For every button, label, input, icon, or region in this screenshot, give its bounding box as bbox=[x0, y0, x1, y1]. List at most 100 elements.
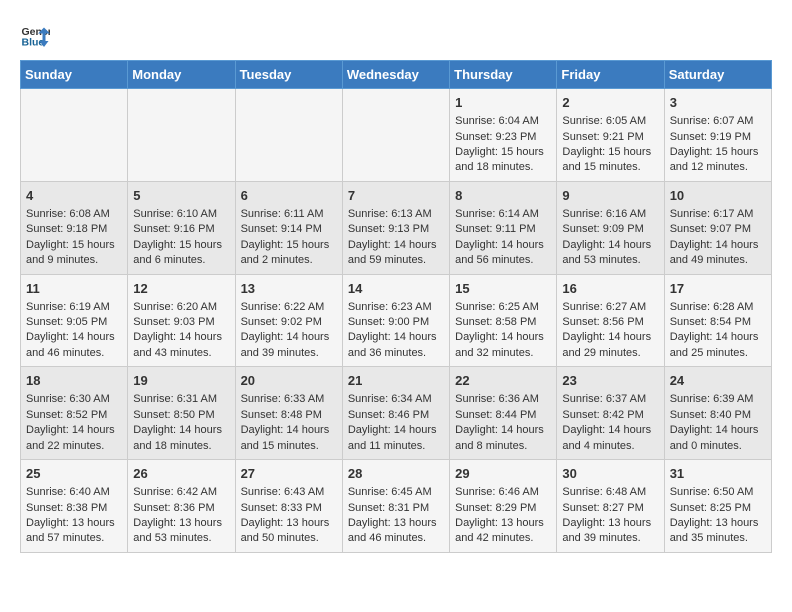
day-number: 11 bbox=[26, 280, 122, 298]
cell-content-line: Daylight: 14 hours bbox=[455, 423, 551, 438]
cell-content-line: Daylight: 14 hours bbox=[670, 423, 766, 438]
day-number: 14 bbox=[348, 280, 444, 298]
cell-content-line: Sunset: 9:02 PM bbox=[241, 315, 337, 330]
day-number: 12 bbox=[133, 280, 229, 298]
cell-content-line: Sunset: 9:23 PM bbox=[455, 130, 551, 145]
cell-content-line: Daylight: 13 hours bbox=[133, 516, 229, 531]
cell-content-line: Sunrise: 6:45 AM bbox=[348, 485, 444, 500]
cell-content-line: Sunrise: 6:28 AM bbox=[670, 300, 766, 315]
day-number: 13 bbox=[241, 280, 337, 298]
day-number: 10 bbox=[670, 187, 766, 205]
cell-content-line: and 18 minutes. bbox=[133, 439, 229, 454]
calendar-cell: 26Sunrise: 6:42 AMSunset: 8:36 PMDayligh… bbox=[128, 460, 235, 553]
cell-content-line: Sunset: 8:52 PM bbox=[26, 408, 122, 423]
cell-content-line: Sunrise: 6:08 AM bbox=[26, 207, 122, 222]
cell-content-line: Daylight: 13 hours bbox=[26, 516, 122, 531]
cell-content-line: Sunset: 9:19 PM bbox=[670, 130, 766, 145]
cell-content-line: Daylight: 14 hours bbox=[562, 238, 658, 253]
calendar-week-row: 4Sunrise: 6:08 AMSunset: 9:18 PMDaylight… bbox=[21, 181, 772, 274]
cell-content-line: Sunset: 9:07 PM bbox=[670, 222, 766, 237]
day-number: 27 bbox=[241, 465, 337, 483]
calendar-cell: 14Sunrise: 6:23 AMSunset: 9:00 PMDayligh… bbox=[342, 274, 449, 367]
calendar-cell: 13Sunrise: 6:22 AMSunset: 9:02 PMDayligh… bbox=[235, 274, 342, 367]
day-number: 25 bbox=[26, 465, 122, 483]
cell-content-line: Sunrise: 6:34 AM bbox=[348, 392, 444, 407]
calendar-cell: 28Sunrise: 6:45 AMSunset: 8:31 PMDayligh… bbox=[342, 460, 449, 553]
cell-content-line: Sunrise: 6:11 AM bbox=[241, 207, 337, 222]
day-of-week-header: Thursday bbox=[450, 61, 557, 89]
calendar-cell: 8Sunrise: 6:14 AMSunset: 9:11 PMDaylight… bbox=[450, 181, 557, 274]
cell-content-line: and 8 minutes. bbox=[455, 439, 551, 454]
day-number: 2 bbox=[562, 94, 658, 112]
cell-content-line: Sunset: 9:16 PM bbox=[133, 222, 229, 237]
cell-content-line: and 6 minutes. bbox=[133, 253, 229, 268]
cell-content-line: and 35 minutes. bbox=[670, 531, 766, 546]
day-number: 3 bbox=[670, 94, 766, 112]
cell-content-line: Daylight: 14 hours bbox=[455, 330, 551, 345]
cell-content-line: Sunrise: 6:04 AM bbox=[455, 114, 551, 129]
cell-content-line: Sunrise: 6:50 AM bbox=[670, 485, 766, 500]
cell-content-line: Sunset: 8:27 PM bbox=[562, 501, 658, 516]
cell-content-line: Sunset: 9:18 PM bbox=[26, 222, 122, 237]
cell-content-line: Sunset: 8:56 PM bbox=[562, 315, 658, 330]
cell-content-line: and 12 minutes. bbox=[670, 160, 766, 175]
cell-content-line: Sunrise: 6:14 AM bbox=[455, 207, 551, 222]
day-of-week-header: Monday bbox=[128, 61, 235, 89]
day-of-week-header: Wednesday bbox=[342, 61, 449, 89]
cell-content-line: Daylight: 15 hours bbox=[241, 238, 337, 253]
cell-content-line: and 4 minutes. bbox=[562, 439, 658, 454]
calendar-cell: 12Sunrise: 6:20 AMSunset: 9:03 PMDayligh… bbox=[128, 274, 235, 367]
day-number: 16 bbox=[562, 280, 658, 298]
calendar-cell: 19Sunrise: 6:31 AMSunset: 8:50 PMDayligh… bbox=[128, 367, 235, 460]
calendar-week-row: 25Sunrise: 6:40 AMSunset: 8:38 PMDayligh… bbox=[21, 460, 772, 553]
cell-content-line: Daylight: 14 hours bbox=[241, 330, 337, 345]
calendar-cell bbox=[235, 89, 342, 182]
cell-content-line: and 53 minutes. bbox=[133, 531, 229, 546]
cell-content-line: Sunset: 9:09 PM bbox=[562, 222, 658, 237]
day-number: 6 bbox=[241, 187, 337, 205]
cell-content-line: Sunrise: 6:27 AM bbox=[562, 300, 658, 315]
cell-content-line: and 42 minutes. bbox=[455, 531, 551, 546]
calendar-cell: 5Sunrise: 6:10 AMSunset: 9:16 PMDaylight… bbox=[128, 181, 235, 274]
cell-content-line: Daylight: 13 hours bbox=[241, 516, 337, 531]
cell-content-line: and 43 minutes. bbox=[133, 346, 229, 361]
day-number: 15 bbox=[455, 280, 551, 298]
cell-content-line: Sunrise: 6:07 AM bbox=[670, 114, 766, 129]
calendar-cell bbox=[342, 89, 449, 182]
day-number: 1 bbox=[455, 94, 551, 112]
day-number: 20 bbox=[241, 372, 337, 390]
cell-content-line: Sunrise: 6:16 AM bbox=[562, 207, 658, 222]
logo: General Blue bbox=[20, 20, 54, 50]
day-number: 4 bbox=[26, 187, 122, 205]
calendar-cell: 16Sunrise: 6:27 AMSunset: 8:56 PMDayligh… bbox=[557, 274, 664, 367]
cell-content-line: Sunset: 8:58 PM bbox=[455, 315, 551, 330]
cell-content-line: Sunset: 9:14 PM bbox=[241, 222, 337, 237]
cell-content-line: Daylight: 15 hours bbox=[26, 238, 122, 253]
cell-content-line: Sunrise: 6:37 AM bbox=[562, 392, 658, 407]
calendar-cell: 9Sunrise: 6:16 AMSunset: 9:09 PMDaylight… bbox=[557, 181, 664, 274]
cell-content-line: and 49 minutes. bbox=[670, 253, 766, 268]
cell-content-line: Daylight: 14 hours bbox=[133, 423, 229, 438]
cell-content-line: Sunrise: 6:19 AM bbox=[26, 300, 122, 315]
cell-content-line: and 25 minutes. bbox=[670, 346, 766, 361]
cell-content-line: Sunrise: 6:33 AM bbox=[241, 392, 337, 407]
calendar-week-row: 1Sunrise: 6:04 AMSunset: 9:23 PMDaylight… bbox=[21, 89, 772, 182]
cell-content-line: Sunrise: 6:17 AM bbox=[670, 207, 766, 222]
cell-content-line: and 22 minutes. bbox=[26, 439, 122, 454]
cell-content-line: and 15 minutes. bbox=[562, 160, 658, 175]
cell-content-line: and 53 minutes. bbox=[562, 253, 658, 268]
calendar-cell: 18Sunrise: 6:30 AMSunset: 8:52 PMDayligh… bbox=[21, 367, 128, 460]
calendar-cell: 1Sunrise: 6:04 AMSunset: 9:23 PMDaylight… bbox=[450, 89, 557, 182]
cell-content-line: and 0 minutes. bbox=[670, 439, 766, 454]
logo-icon: General Blue bbox=[20, 20, 50, 50]
day-of-week-header: Saturday bbox=[664, 61, 771, 89]
calendar-cell bbox=[21, 89, 128, 182]
calendar-cell bbox=[128, 89, 235, 182]
calendar-cell: 17Sunrise: 6:28 AMSunset: 8:54 PMDayligh… bbox=[664, 274, 771, 367]
cell-content-line: Sunset: 8:42 PM bbox=[562, 408, 658, 423]
calendar-cell: 4 Sunrise: 6:08 AMSunset: 9:18 PMDaylight… bbox=[21, 181, 128, 274]
cell-content-line: Sunrise: 6:36 AM bbox=[455, 392, 551, 407]
cell-content-line: Sunrise: 6:10 AM bbox=[133, 207, 229, 222]
cell-content-line: Sunset: 8:36 PM bbox=[133, 501, 229, 516]
cell-content-line: Daylight: 14 hours bbox=[241, 423, 337, 438]
